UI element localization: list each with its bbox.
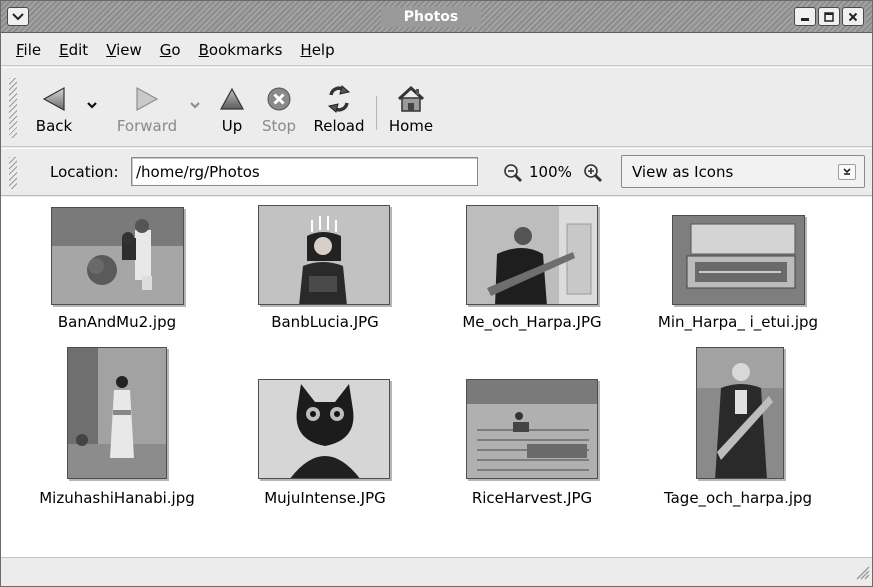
location-bar: Location: 100% View as Icons xyxy=(1,148,872,196)
file-item[interactable]: Me_och_Harpa.JPG xyxy=(432,205,632,365)
file-item[interactable]: BanAndMu2.jpg xyxy=(17,205,217,365)
chevron-down-icon xyxy=(87,102,97,109)
file-item[interactable]: MujuIntense.JPG xyxy=(225,347,425,507)
file-name: MujuIntense.JPG xyxy=(264,489,386,507)
file-name: Me_och_Harpa.JPG xyxy=(462,313,602,331)
zoom-out-icon xyxy=(504,164,522,182)
view-as-select[interactable]: View as Icons xyxy=(621,155,865,188)
window-menu-button[interactable] xyxy=(7,7,29,26)
file-item[interactable]: Tage_och_harpa.jpg xyxy=(638,347,838,507)
zoom-in-icon xyxy=(584,164,602,182)
resize-grip-icon xyxy=(856,566,870,580)
chevron-down-icon xyxy=(190,102,200,109)
home-button[interactable]: Home xyxy=(386,78,436,140)
back-history-dropdown[interactable] xyxy=(86,98,98,114)
back-button[interactable]: Back xyxy=(31,78,77,140)
location-label: Location: xyxy=(50,163,119,181)
toolbar-separator xyxy=(376,96,377,130)
file-name: Min_Harpa_ i_etui.jpg xyxy=(657,313,819,331)
view-as-selected: View as Icons xyxy=(632,163,734,181)
location-input[interactable] xyxy=(131,157,478,186)
dropdown-arrow-icon xyxy=(838,164,856,180)
forward-arrow-icon xyxy=(136,86,159,112)
image-thumbnail xyxy=(258,205,390,305)
file-item[interactable]: MizuhashiHanabi.jpg xyxy=(17,347,217,507)
minimize-icon xyxy=(801,17,809,21)
menu-bar: File Edit View Go Bookmarks Help xyxy=(1,34,872,66)
forward-button[interactable]: Forward xyxy=(111,78,183,140)
stop-icon xyxy=(267,87,291,111)
image-thumbnail xyxy=(258,379,390,479)
file-name: Tage_och_harpa.jpg xyxy=(663,489,813,507)
close-button[interactable] xyxy=(842,7,864,26)
title-bar[interactable]: Photos xyxy=(1,1,872,33)
up-arrow-icon xyxy=(219,87,245,110)
maximize-icon xyxy=(824,11,834,22)
image-thumbnail xyxy=(51,207,184,305)
file-name: MizuhashiHanabi.jpg xyxy=(39,489,195,507)
chevron-down-icon xyxy=(12,12,24,20)
file-item[interactable]: Min_Harpa_ i_etui.jpg xyxy=(638,205,838,365)
resize-grip[interactable] xyxy=(854,564,870,584)
status-bar xyxy=(1,557,872,586)
image-thumbnail xyxy=(696,347,784,479)
toolbar-grip[interactable] xyxy=(9,78,17,138)
menu-go[interactable]: Go xyxy=(151,34,190,66)
reload-icon xyxy=(327,85,351,113)
location-bar-grip[interactable] xyxy=(9,157,17,189)
minimize-button[interactable] xyxy=(794,7,816,26)
file-name: BanAndMu2.jpg xyxy=(57,313,177,331)
image-thumbnail xyxy=(672,215,805,305)
toolbar: Back Forward Up Stop Reload Home xyxy=(1,67,872,147)
menu-view[interactable]: View xyxy=(97,34,151,66)
file-item[interactable]: RiceHarvest.JPG xyxy=(432,347,632,507)
menu-bookmarks[interactable]: Bookmarks xyxy=(190,34,292,66)
stop-button[interactable]: Stop xyxy=(259,78,299,140)
back-arrow-icon xyxy=(42,86,65,112)
window-title: Photos xyxy=(381,7,481,27)
file-name: RiceHarvest.JPG xyxy=(471,489,593,507)
close-icon xyxy=(848,12,858,21)
zoom-out-button[interactable] xyxy=(503,163,523,187)
menu-edit[interactable]: Edit xyxy=(50,34,97,66)
file-manager-window: Photos File Edit View Go Bookmarks Help … xyxy=(0,0,873,587)
file-icon-view[interactable]: BanAndMu2.jpg BanbLucia.JPG Me_och_Harpa… xyxy=(1,197,872,557)
maximize-button[interactable] xyxy=(818,7,840,26)
home-icon xyxy=(397,85,425,112)
file-item[interactable]: BanbLucia.JPG xyxy=(225,205,425,365)
up-button[interactable]: Up xyxy=(217,78,247,140)
image-thumbnail xyxy=(67,347,167,479)
window-controls xyxy=(792,7,866,26)
menu-file[interactable]: File xyxy=(7,34,50,66)
file-name: BanbLucia.JPG xyxy=(271,313,379,331)
reload-button[interactable]: Reload xyxy=(309,78,369,140)
zoom-in-button[interactable] xyxy=(583,163,603,187)
menu-help[interactable]: Help xyxy=(291,34,343,66)
image-thumbnail xyxy=(466,205,598,305)
image-thumbnail xyxy=(466,379,598,479)
zoom-level[interactable]: 100% xyxy=(529,163,572,181)
forward-history-dropdown[interactable] xyxy=(189,98,201,114)
